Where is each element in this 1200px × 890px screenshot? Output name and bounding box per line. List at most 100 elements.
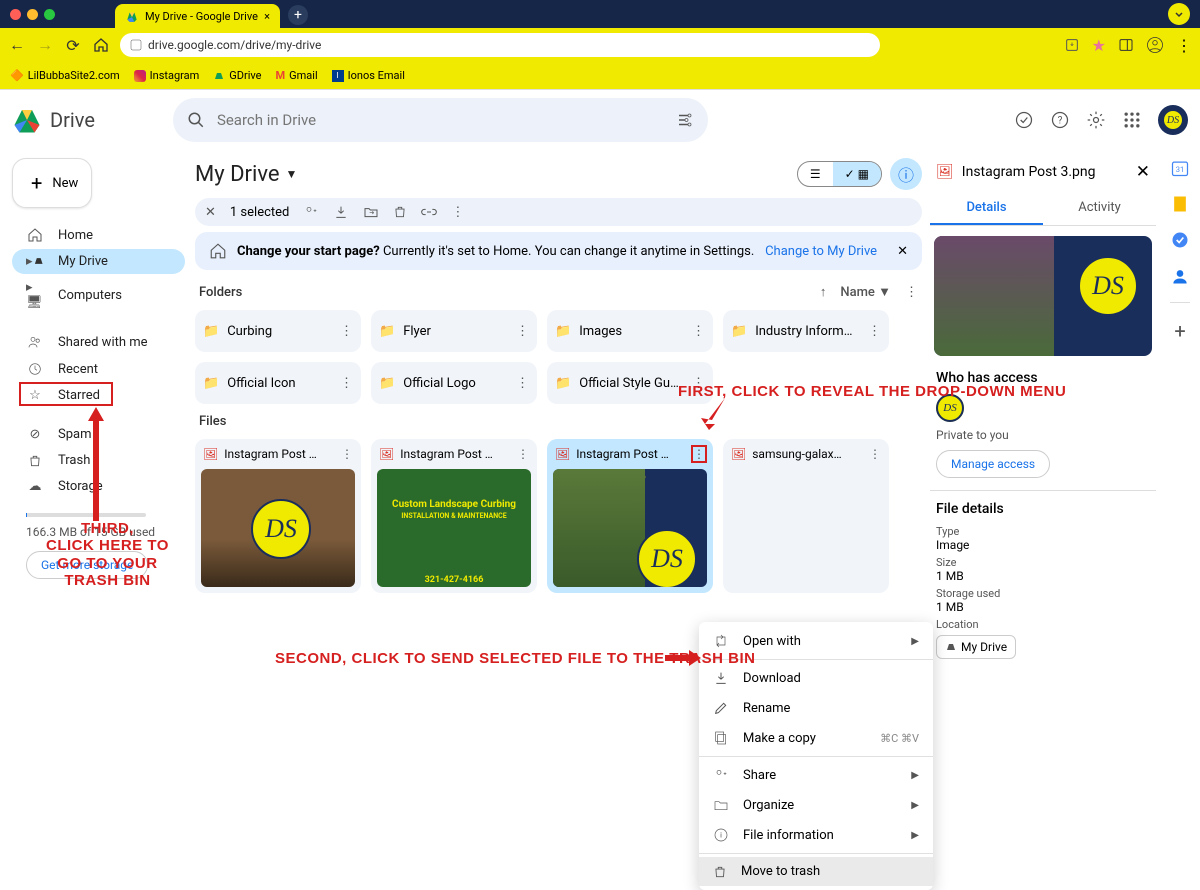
bookmark-star-icon[interactable]: ★ bbox=[1092, 36, 1106, 55]
apps-grid-icon[interactable] bbox=[1122, 110, 1142, 130]
site-info-icon[interactable] bbox=[130, 39, 142, 51]
calendar-icon[interactable]: 31 bbox=[1170, 158, 1190, 178]
file-card[interactable]: 🖼samsung-galax…⋮ bbox=[723, 439, 889, 593]
reload-button[interactable]: ⟳ bbox=[64, 36, 82, 55]
contacts-icon[interactable] bbox=[1170, 266, 1190, 286]
ready-offline-icon[interactable] bbox=[1014, 110, 1034, 130]
section-menu-icon[interactable]: ⋮ bbox=[905, 285, 918, 300]
bookmark-item[interactable]: Instagram bbox=[134, 69, 200, 82]
manage-access-button[interactable]: Manage access bbox=[936, 450, 1050, 478]
back-button[interactable]: ← bbox=[8, 35, 26, 55]
field-label: Size bbox=[930, 552, 1156, 569]
tasks-icon[interactable] bbox=[1170, 230, 1190, 250]
folder-card[interactable]: 📁Industry Inform…⋮ bbox=[723, 310, 889, 352]
browser-profile-chip[interactable] bbox=[1168, 3, 1190, 25]
add-addon-icon[interactable]: + bbox=[1174, 319, 1185, 343]
folder-more-icon[interactable]: ⋮ bbox=[868, 324, 881, 339]
location-chip[interactable]: My Drive bbox=[936, 635, 1016, 659]
ctx-file-info[interactable]: iFile information▶ bbox=[699, 820, 933, 850]
install-icon[interactable] bbox=[1064, 37, 1080, 53]
new-tab-button[interactable]: + bbox=[288, 5, 308, 25]
chevron-down-icon: ▼ bbox=[286, 167, 298, 181]
forward-button[interactable]: → bbox=[36, 35, 54, 55]
home-button[interactable] bbox=[92, 37, 110, 53]
folder-icon: 📁 bbox=[203, 376, 219, 391]
browser-tab-strip: My Drive - Google Drive × + bbox=[0, 0, 1200, 28]
clear-selection-button[interactable]: ✕ bbox=[205, 205, 216, 220]
folder-more-icon[interactable]: ⋮ bbox=[516, 376, 529, 391]
search-bar[interactable] bbox=[173, 98, 708, 142]
folder-card[interactable]: 📁Images⋮ bbox=[547, 310, 713, 352]
close-tab-icon[interactable]: × bbox=[264, 10, 270, 23]
browser-tab[interactable]: My Drive - Google Drive × bbox=[115, 4, 280, 28]
field-value: 1 MB bbox=[930, 569, 1156, 583]
maximize-window-icon[interactable] bbox=[44, 9, 55, 20]
file-card[interactable]: 🖼Instagram Post …⋮ DS bbox=[195, 439, 361, 593]
help-icon[interactable]: ? bbox=[1050, 110, 1070, 130]
access-status: Private to you bbox=[930, 426, 1156, 444]
nav-my-drive[interactable]: ▸My Drive bbox=[12, 249, 185, 274]
link-icon[interactable] bbox=[421, 204, 437, 220]
file-card[interactable]: 🖼Instagram Post …⋮ Custom Landscape Curb… bbox=[371, 439, 537, 593]
nav-recent[interactable]: Recent bbox=[12, 356, 185, 382]
list-view-button[interactable]: ☰ bbox=[798, 162, 833, 186]
file-more-icon[interactable]: ⋮ bbox=[693, 447, 705, 461]
dismiss-notice-button[interactable]: ✕ bbox=[897, 244, 908, 259]
share-icon[interactable] bbox=[303, 204, 319, 220]
download-icon[interactable] bbox=[333, 204, 349, 220]
keep-icon[interactable] bbox=[1170, 194, 1190, 214]
breadcrumb[interactable]: My Drive ▼ bbox=[195, 162, 297, 187]
folder-card[interactable]: 📁Official Logo⋮ bbox=[371, 362, 537, 404]
folder-more-icon[interactable]: ⋮ bbox=[340, 376, 353, 391]
folder-more-icon[interactable]: ⋮ bbox=[340, 324, 353, 339]
more-actions-icon[interactable]: ⋮ bbox=[451, 205, 464, 220]
search-options-icon[interactable] bbox=[676, 111, 694, 129]
folder-more-icon[interactable]: ⋮ bbox=[516, 324, 529, 339]
ctx-share[interactable]: Share▶ bbox=[699, 760, 933, 790]
new-button[interactable]: +New bbox=[12, 158, 92, 208]
file-more-icon[interactable]: ⋮ bbox=[869, 447, 881, 461]
close-window-icon[interactable] bbox=[10, 9, 21, 20]
ctx-move-to-trash[interactable]: Move to trash bbox=[699, 857, 933, 886]
folder-card[interactable]: 📁Official Icon⋮ bbox=[195, 362, 361, 404]
folder-more-icon[interactable]: ⋮ bbox=[692, 324, 705, 339]
gear-icon[interactable] bbox=[1086, 110, 1106, 130]
field-label: Location bbox=[930, 614, 1156, 631]
move-icon[interactable] bbox=[363, 204, 379, 220]
ctx-organize[interactable]: Organize▶ bbox=[699, 790, 933, 820]
view-toggle[interactable]: ☰ ✓ ▦ bbox=[797, 161, 882, 187]
tab-activity[interactable]: Activity bbox=[1043, 192, 1156, 225]
bookmark-item[interactable]: IIonos Email bbox=[332, 69, 405, 82]
sidepanel-icon[interactable] bbox=[1118, 37, 1134, 53]
close-details-button[interactable]: ✕ bbox=[1136, 162, 1150, 182]
sort-by-button[interactable]: Name ▼ bbox=[840, 284, 891, 300]
nav-shared[interactable]: Shared with me bbox=[12, 329, 185, 355]
nav-computers[interactable]: ▸ 🖥Computers bbox=[12, 275, 185, 315]
nav-home[interactable]: Home bbox=[12, 222, 185, 248]
browser-menu-icon[interactable]: ⋮ bbox=[1176, 36, 1192, 55]
file-card-selected[interactable]: 🖼Instagram Post …⋮ LilBubbaSite2.com DS bbox=[547, 439, 713, 593]
search-input[interactable] bbox=[217, 111, 664, 129]
profile-icon[interactable] bbox=[1146, 36, 1164, 54]
address-bar[interactable]: drive.google.com/drive/my-drive bbox=[120, 33, 880, 57]
bookmark-item[interactable]: 🔶LilBubbaSite2.com bbox=[10, 69, 120, 82]
account-avatar[interactable]: DS bbox=[1158, 105, 1188, 135]
tab-details[interactable]: Details bbox=[930, 192, 1043, 225]
minimize-window-icon[interactable] bbox=[27, 9, 38, 20]
ctx-make-copy[interactable]: Make a copy⌘C ⌘V bbox=[699, 723, 933, 753]
folder-card[interactable]: 📁Curbing⋮ bbox=[195, 310, 361, 352]
folder-card[interactable]: 📁Flyer⋮ bbox=[371, 310, 537, 352]
bookmark-item[interactable]: MGmail bbox=[276, 69, 318, 82]
delete-icon[interactable] bbox=[393, 205, 407, 219]
grid-view-button[interactable]: ✓ ▦ bbox=[833, 162, 881, 186]
file-more-icon[interactable]: ⋮ bbox=[341, 447, 353, 461]
sort-direction-icon[interactable]: ↑ bbox=[820, 284, 827, 300]
info-toggle-button[interactable]: ⓘ bbox=[890, 158, 922, 190]
file-more-icon[interactable]: ⋮ bbox=[517, 447, 529, 461]
drive-logo-icon[interactable] bbox=[12, 105, 42, 135]
bookmark-item[interactable]: GDrive bbox=[213, 69, 261, 82]
url-text: drive.google.com/drive/my-drive bbox=[148, 38, 321, 52]
drive-header: Drive ? DS bbox=[0, 90, 1200, 150]
ctx-download[interactable]: Download bbox=[699, 663, 933, 693]
change-start-page-link[interactable]: Change to My Drive bbox=[765, 244, 877, 259]
